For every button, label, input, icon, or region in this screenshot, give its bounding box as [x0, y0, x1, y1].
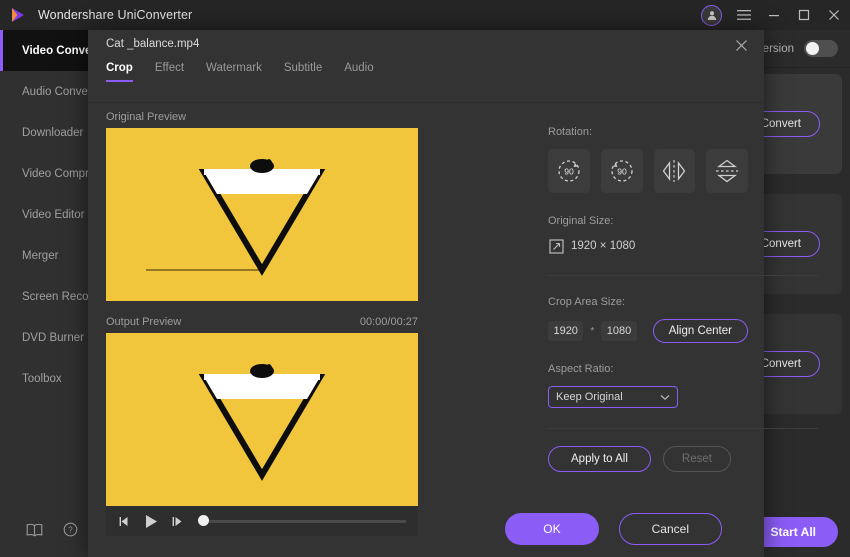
original-size-row: 1920 × 1080 — [548, 238, 748, 254]
rotation-label: Rotation: — [548, 126, 593, 138]
book-icon[interactable] — [26, 523, 43, 542]
rotate-right-90-icon[interactable]: 90 — [548, 149, 590, 193]
original-size-value: 1920 × 1080 — [571, 240, 636, 252]
crop-area-row: 1920 * 1080 Align Center — [548, 319, 748, 343]
sidebar-item-screen-recorder[interactable]: Screen Recorder — [0, 276, 109, 317]
divider — [548, 428, 818, 429]
wondershare-play-logo — [8, 5, 28, 25]
chevron-down-icon — [660, 392, 670, 404]
sidebar-item-label: Merger — [22, 249, 59, 262]
crop-width-input[interactable]: 1920 — [548, 321, 584, 341]
rotate-right-value: 90 — [564, 166, 574, 176]
tab-audio[interactable]: Audio — [344, 60, 395, 74]
toggle-knob — [806, 42, 819, 55]
tabs-separator — [88, 102, 764, 103]
dialog-header: Cat _balance.mp4 — [88, 30, 764, 60]
crop-size-separator: * — [590, 325, 595, 337]
ok-button[interactable]: OK — [505, 513, 599, 545]
window-controls — [701, 0, 842, 30]
tab-effect[interactable]: Effect — [155, 60, 206, 74]
rotate-left-90-icon[interactable]: 90 — [600, 149, 643, 193]
crop-height-input[interactable]: 1080 — [601, 321, 637, 341]
hamburger-menu-icon[interactable] — [736, 7, 752, 23]
divider — [548, 275, 818, 276]
sidebar-item-audio-converter[interactable]: Audio Converter — [0, 71, 105, 112]
aspect-ratio-select[interactable]: Keep Original — [548, 386, 678, 408]
tab-label: Subtitle — [283, 62, 323, 74]
aspect-ratio-label: Aspect Ratio: — [548, 363, 614, 375]
title-bar: Wondershare UniConverter — [0, 0, 850, 30]
original-preview-video — [106, 128, 418, 301]
sidebar-item-video-editor[interactable]: Video Editor — [0, 194, 88, 235]
maximize-icon[interactable] — [796, 7, 812, 23]
aspect-ratio-value: Keep Original — [556, 391, 623, 403]
sidebar-item-video-compressor[interactable]: Video Compressor — [0, 153, 117, 194]
tab-label: Crop — [106, 62, 133, 74]
user-avatar-icon[interactable] — [701, 4, 722, 26]
sidebar-item-merger[interactable]: Merger — [0, 235, 88, 276]
rotate-left-value: 90 — [617, 166, 627, 176]
reset-button[interactable]: Reset — [662, 446, 731, 472]
dialog-footer: OK Cancel — [88, 501, 764, 557]
preview-column: Original Preview Output Preview 00:00/00… — [106, 106, 418, 536]
action-row: Apply to All Reset — [548, 446, 748, 472]
help-circle-icon[interactable]: ? — [63, 522, 78, 542]
app-title: Wondershare UniConverter — [38, 8, 193, 22]
sidebar-item-downloader[interactable]: Downloader — [0, 112, 88, 153]
crop-controls: Rotation: 90 90 Original Size: 1920 × 10… — [548, 126, 818, 472]
close-icon[interactable] — [732, 36, 750, 54]
tab-crop[interactable]: Crop — [106, 60, 155, 82]
apply-to-all-button[interactable]: Apply to All — [548, 446, 651, 472]
svg-text:?: ? — [68, 526, 73, 535]
tab-label: Audio — [344, 62, 374, 74]
align-center-button[interactable]: Align Center — [652, 319, 748, 343]
sidebar-item-label: Downloader — [22, 126, 84, 139]
output-preview-video — [106, 333, 418, 506]
original-preview-label: Original Preview — [106, 111, 187, 123]
dialog-filename: Cat _balance.mp4 — [106, 38, 200, 50]
original-preview-header: Original Preview — [106, 106, 418, 128]
sidebar-item-toolbox[interactable]: Toolbox — [0, 358, 88, 399]
output-preview-header: Output Preview 00:00/00:27 — [106, 311, 418, 333]
sidebar-item-dvd-burner[interactable]: DVD Burner — [0, 317, 88, 358]
sidebar-item-label: Toolbox — [22, 372, 62, 385]
tab-label: Effect — [154, 62, 185, 74]
tab-label: Watermark — [206, 62, 262, 74]
tab-subtitle[interactable]: Subtitle — [284, 60, 344, 74]
sidebar-footer: ? — [0, 507, 88, 557]
rotation-buttons: 90 90 — [548, 149, 748, 193]
sidebar-item-label: DVD Burner — [22, 331, 84, 344]
tab-watermark[interactable]: Watermark — [206, 60, 284, 74]
flip-vertical-icon[interactable] — [706, 149, 748, 193]
output-preview-label: Output Preview — [106, 316, 182, 328]
sidebar: Video Converter Audio Converter Download… — [0, 30, 117, 557]
preview-timecode: 00:00/00:27 — [359, 316, 418, 328]
minimize-icon[interactable] — [766, 7, 782, 23]
original-size-label: Original Size: — [548, 215, 614, 227]
sidebar-item-video-converter[interactable]: Video Converter — [0, 30, 111, 71]
dialog-tabs: Crop Effect Watermark Subtitle Audio — [88, 60, 764, 90]
cancel-button[interactable]: Cancel — [618, 513, 722, 545]
close-icon[interactable] — [826, 7, 842, 23]
crop-area-label: Crop Area Size: — [548, 296, 626, 308]
resize-icon — [548, 238, 564, 254]
flip-horizontal-icon[interactable] — [653, 149, 696, 193]
auto-conversion-toggle[interactable] — [804, 40, 838, 57]
crop-dialog: Cat _balance.mp4 Crop Effect Watermark S… — [88, 30, 818, 557]
sidebar-item-label: Video Editor — [22, 208, 85, 221]
